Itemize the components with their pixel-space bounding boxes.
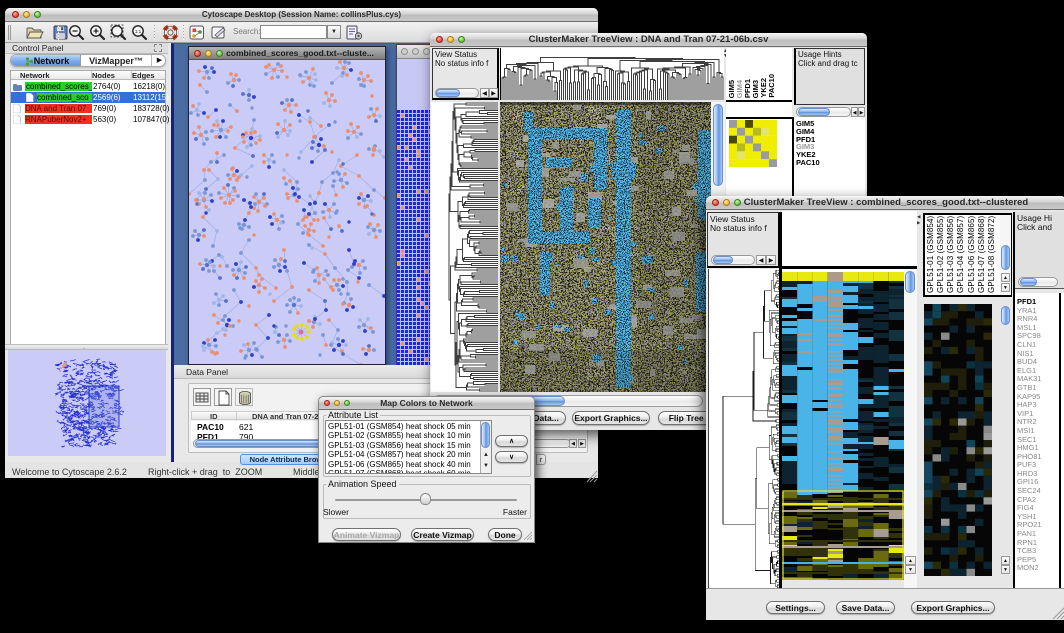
svg-text:1:1: 1:1 (135, 29, 142, 34)
